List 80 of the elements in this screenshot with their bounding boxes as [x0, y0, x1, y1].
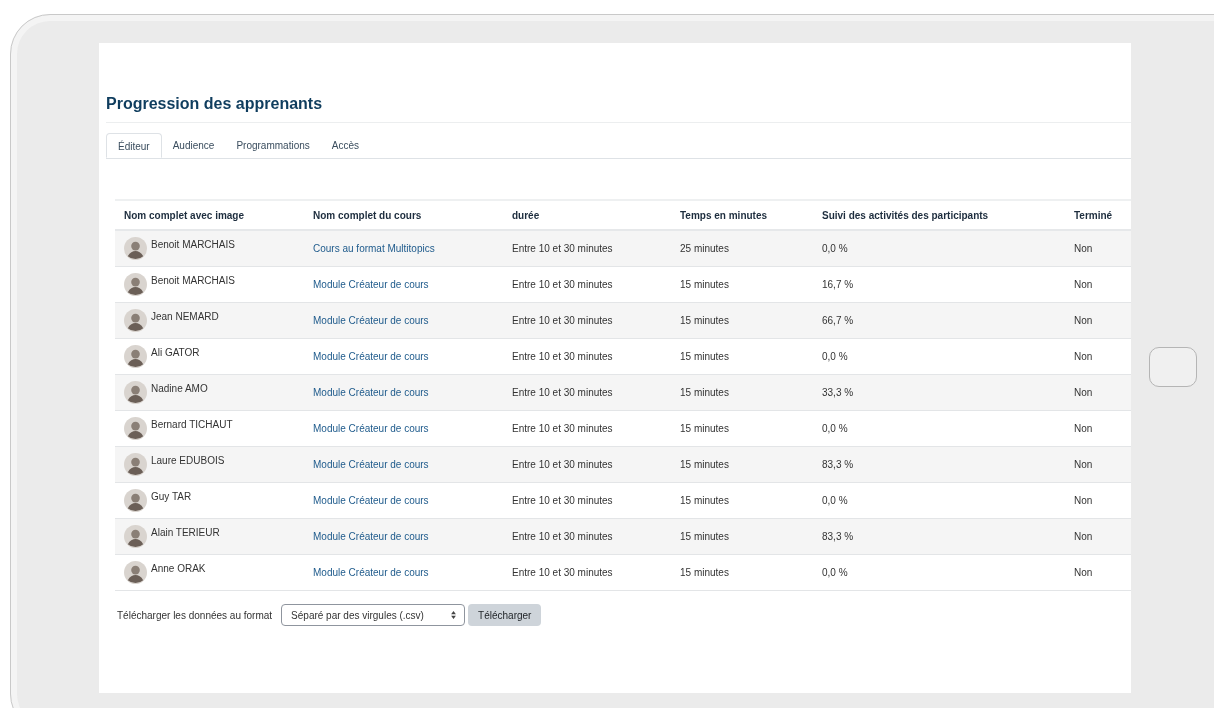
table-cell: Entre 10 et 30 minutes	[503, 518, 671, 555]
learner-name: Guy TAR	[151, 491, 192, 502]
page-title: Progression des apprenants	[106, 95, 1131, 123]
table-cell: Entre 10 et 30 minutes	[503, 266, 671, 303]
avatar-icon	[124, 237, 147, 260]
tab[interactable]: Programmations	[225, 133, 321, 158]
table-cell: Non	[1065, 410, 1131, 447]
tab[interactable]: Accès	[320, 133, 370, 158]
course-link[interactable]: Module Créateur de cours	[313, 567, 429, 578]
table-cell: 0,0 %	[813, 338, 1065, 375]
table-cell: Entre 10 et 30 minutes	[503, 338, 671, 375]
course-link[interactable]: Module Créateur de cours	[313, 459, 429, 470]
table-cell: 15 minutes	[671, 446, 813, 483]
table-cell: 15 minutes	[671, 482, 813, 519]
sort-caret-icon	[451, 611, 457, 619]
learner-name: Ali GATOR	[151, 347, 200, 358]
table-cell: 0,0 %	[813, 482, 1065, 519]
avatar-icon	[124, 345, 147, 368]
course-link[interactable]: Module Créateur de cours	[313, 531, 429, 542]
learner-name: Laure EDUBOIS	[151, 455, 225, 466]
table-cell: Non	[1065, 302, 1131, 339]
table-cell: Non	[1065, 230, 1131, 267]
table-cell: 0,0 %	[813, 554, 1065, 591]
avatar-icon	[124, 273, 147, 296]
tab[interactable]: Éditeur	[106, 133, 162, 158]
table-cell: 16,7 %	[813, 266, 1065, 303]
format-select[interactable]: Séparé par des virgules (.csv)	[281, 604, 466, 626]
table-cell: Non	[1065, 482, 1131, 519]
learner-name: Jean NEMARD	[151, 311, 219, 322]
table-cell: Entre 10 et 30 minutes	[503, 410, 671, 447]
table-cell: Non	[1065, 518, 1131, 555]
course-link[interactable]: Module Créateur de cours	[313, 279, 429, 290]
table-cell: 83,3 %	[813, 446, 1065, 483]
table-cell: 66,7 %	[813, 302, 1065, 339]
table-cell: Entre 10 et 30 minutes	[503, 554, 671, 591]
course-link[interactable]: Module Créateur de cours	[313, 351, 429, 362]
course-link[interactable]: Module Créateur de cours	[313, 423, 429, 434]
download-label: Télécharger les données au format	[117, 609, 273, 621]
table-cell: 83,3 %	[813, 518, 1065, 555]
learner-name: Benoit MARCHAIS	[151, 239, 235, 250]
table-cell: Entre 10 et 30 minutes	[503, 446, 671, 483]
avatar-icon	[124, 417, 147, 440]
download-button[interactable]: Télécharger	[468, 604, 542, 626]
table-cell: Entre 10 et 30 minutes	[503, 302, 671, 339]
home-button[interactable]	[1149, 347, 1197, 387]
table-cell: Entre 10 et 30 minutes	[503, 374, 671, 411]
learner-name: Benoit MARCHAIS	[151, 275, 235, 286]
table-cell: 15 minutes	[671, 338, 813, 375]
learner-name: Alain TERIEUR	[151, 527, 220, 538]
avatar-icon	[124, 381, 147, 404]
course-link[interactable]: Module Créateur de cours	[313, 315, 429, 326]
table-cell: 15 minutes	[671, 554, 813, 591]
course-link[interactable]: Module Créateur de cours	[313, 387, 429, 398]
table-cell: Non	[1065, 374, 1131, 411]
table-cell: Entre 10 et 30 minutes	[503, 230, 671, 267]
table-cell: 15 minutes	[671, 518, 813, 555]
table-cell: 33,3 %	[813, 374, 1065, 411]
table-cell: 25 minutes	[671, 230, 813, 267]
learner-name: Nadine AMO	[151, 383, 208, 394]
course-link[interactable]: Module Créateur de cours	[313, 495, 429, 506]
avatar-icon	[124, 309, 147, 332]
table-cell: 0,0 %	[813, 230, 1065, 267]
table-cell: 0,0 %	[813, 410, 1065, 447]
tab[interactable]: Audience	[161, 133, 226, 158]
avatar-icon	[124, 525, 147, 548]
table-cell: Non	[1065, 446, 1131, 483]
table-cell: Non	[1065, 266, 1131, 303]
table-cell: 15 minutes	[671, 410, 813, 447]
table-cell: 15 minutes	[671, 374, 813, 411]
table-cell: Non	[1065, 338, 1131, 375]
learner-name: Anne ORAK	[151, 563, 206, 574]
table-cell: 15 minutes	[671, 302, 813, 339]
course-link[interactable]: Cours au format Multitopics	[313, 243, 435, 254]
avatar-icon	[124, 489, 147, 512]
table-cell: Non	[1065, 554, 1131, 591]
table-cell: Entre 10 et 30 minutes	[503, 482, 671, 519]
avatar-icon	[124, 561, 147, 584]
learner-name: Bernard TICHAUT	[151, 419, 233, 430]
table-cell: 15 minutes	[671, 266, 813, 303]
avatar-icon	[124, 453, 147, 476]
